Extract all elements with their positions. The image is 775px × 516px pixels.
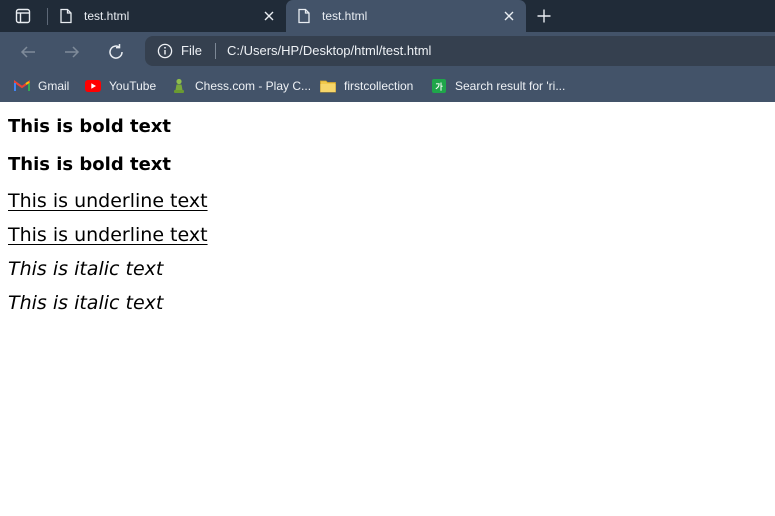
underline-text-line: This is underline text <box>8 224 208 246</box>
tab-title: test.html <box>84 9 130 23</box>
arrow-right-icon <box>65 46 80 58</box>
bookmark-chess[interactable]: Chess.com - Play C... <box>171 76 311 96</box>
bold-text-line: This is bold text <box>8 116 171 137</box>
bookmark-label: Chess.com - Play C... <box>195 79 312 93</box>
reload-icon <box>109 44 123 59</box>
tab-title: test.html <box>322 9 368 23</box>
bookmark-label: Search result for 'ri... <box>455 79 566 93</box>
close-icon <box>504 11 514 21</box>
close-icon <box>264 11 274 21</box>
toolbar: File C:/Users/HP/Desktop/html/test.html <box>0 32 775 70</box>
tab-close-button[interactable] <box>262 9 276 23</box>
info-icon[interactable] <box>157 43 173 59</box>
bookmark-search-result[interactable]: 가 Search result for 'ri... <box>431 76 565 96</box>
bookmark-label: Gmail <box>38 79 70 93</box>
arrow-left-icon <box>20 46 35 58</box>
url-scheme-label: File <box>181 43 202 58</box>
bookmark-firstcollection[interactable]: firstcollection <box>320 76 413 96</box>
back-button[interactable] <box>16 40 40 64</box>
new-tab-button[interactable] <box>534 6 554 26</box>
tab-actions-button[interactable] <box>8 4 38 28</box>
tab-strip: test.html test.html <box>0 0 775 32</box>
tab-test-html-2[interactable]: test.html <box>286 0 526 32</box>
underline-text-line: This is underline text <box>8 190 208 212</box>
bookmark-gmail[interactable]: Gmail <box>14 76 69 96</box>
tab-actions-icon <box>15 8 31 24</box>
page-icon <box>60 8 72 24</box>
page-icon <box>298 8 310 24</box>
url-text[interactable]: C:/Users/HP/Desktop/html/test.html <box>227 43 431 58</box>
bookmark-label: YouTube <box>109 79 157 93</box>
tab-close-button[interactable] <box>502 9 516 23</box>
folder-icon <box>320 78 336 94</box>
bookmark-youtube[interactable]: YouTube <box>85 76 156 96</box>
youtube-icon <box>85 78 101 94</box>
svg-text:가: 가 <box>435 82 443 92</box>
italic-text-line: This is italic text <box>8 292 164 314</box>
address-divider <box>215 43 216 59</box>
forward-button[interactable] <box>60 40 84 64</box>
bookmark-label: firstcollection <box>344 79 414 93</box>
gmail-icon <box>14 78 30 94</box>
bold-text-line: This is bold text <box>8 154 171 175</box>
page-content: This is bold text This is bold text This… <box>0 102 775 516</box>
italic-text-line: This is italic text <box>8 258 164 280</box>
address-bar[interactable]: File C:/Users/HP/Desktop/html/test.html <box>145 36 775 66</box>
chess-icon <box>171 78 187 94</box>
search-result-icon: 가 <box>431 78 447 94</box>
plus-icon <box>537 9 551 23</box>
tab-test-html-1[interactable]: test.html <box>48 0 286 32</box>
bookmarks-bar: Gmail YouTube Chess.com - Play C... firs… <box>0 70 775 102</box>
reload-button[interactable] <box>104 40 128 64</box>
